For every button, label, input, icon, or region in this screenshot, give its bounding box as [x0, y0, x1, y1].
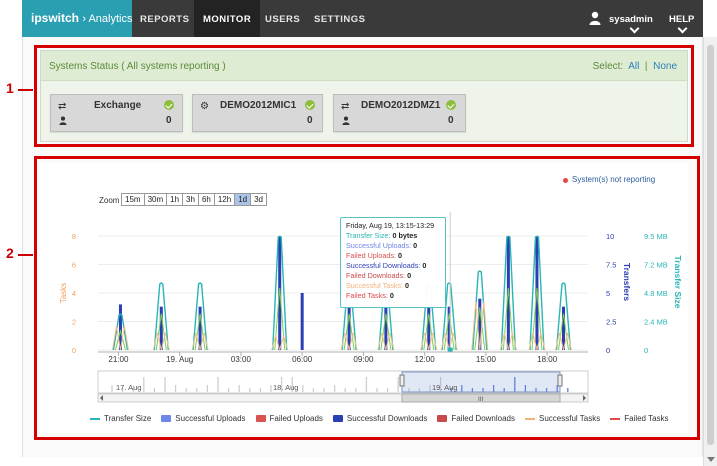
transfers-bar: [300, 293, 304, 350]
tooltip-row-label: Failed Downloads:: [346, 271, 408, 280]
legend-label: Successful Tasks: [539, 414, 601, 423]
tooltip-row-label: Transfer Size:: [346, 231, 393, 240]
y-left-tick-label: 8: [72, 232, 76, 241]
tooltip-row-value: 0: [397, 251, 402, 260]
legend-label: Transfer Size: [104, 414, 152, 423]
navigator-handle-right: [557, 374, 563, 387]
tooltip-row-label: Successful Uploads:: [346, 241, 414, 250]
y-right-transfers-tick-label: 5: [606, 289, 610, 298]
x-tick-label: 03:00: [231, 355, 252, 364]
y-right-size-tick-label: 7.2 MB: [644, 261, 668, 270]
legend-item[interactable]: Successful Uploads: [161, 414, 246, 423]
legend-item[interactable]: Successful Downloads: [332, 414, 428, 423]
y-right-transfers-tick-label: 7.5: [606, 261, 616, 270]
y-right-size-tick-label: 4.8 MB: [644, 289, 668, 298]
legend-swatch: [255, 415, 266, 422]
tooltip-row-label: Failed Tasks:: [346, 291, 390, 300]
y-right-size-tick-label: 2.4 MB: [644, 318, 668, 327]
tooltip-row: Successful Downloads: 0: [346, 261, 440, 271]
tooltip-row-value: 0: [422, 261, 427, 270]
navigator-label: 18. Aug: [273, 383, 298, 392]
navigator-scrollbar-grip: III: [478, 396, 484, 403]
y-left-tick-label: 6: [72, 261, 76, 270]
tooltip-row: Failed Tasks: 0: [346, 291, 440, 301]
tooltip-row-label: Successful Downloads:: [346, 261, 423, 270]
x-tick-label: 12:00: [415, 355, 436, 364]
legend-swatch: [161, 415, 172, 422]
legend-label: Failed Downloads: [451, 414, 515, 423]
y-right-transfers-axis-title: Transfers: [622, 263, 632, 302]
page: ipswitch › Analytics REPORTS MONITOR USE…: [0, 0, 717, 466]
x-tick-label: 09:00: [353, 355, 374, 364]
x-tick-label: 06:00: [292, 355, 313, 364]
legend-label: Failed Tasks: [624, 414, 669, 423]
tooltip-row: Failed Uploads: 0: [346, 251, 440, 261]
y-left-tick-label: 0: [72, 346, 76, 355]
y-left-axis-title: Tasks: [59, 283, 68, 303]
tooltip-row-value: 0: [413, 241, 418, 250]
navigator-label: 19. Aug: [432, 383, 457, 392]
tooltip-row-label: Successful Tasks:: [346, 281, 405, 290]
legend-label: Failed Uploads: [269, 414, 323, 423]
tooltip-row: Successful Tasks: 0: [346, 281, 440, 291]
y-right-transfers-tick-label: 0: [606, 346, 610, 355]
y-right-size-tick-label: 9.5 MB: [644, 232, 668, 241]
chart-legend: Transfer Size Successful Uploads Failed Up…: [90, 414, 669, 423]
x-tick-label: 18:00: [537, 355, 558, 364]
navigator-selection: [401, 371, 561, 393]
x-tick-label: 15:00: [476, 355, 497, 364]
chart-tooltip: Friday, Aug 19, 13:15-13:29 Transfer Siz…: [340, 217, 446, 308]
chart-navigator: 17. Aug 18. Aug 19. Aug III: [97, 370, 589, 403]
x-tick-label: 19. Aug: [166, 355, 193, 364]
tooltip-time: Friday, Aug 19, 13:15-13:29: [346, 221, 435, 230]
navigator-handle-left: [399, 374, 405, 387]
y-right-size-axis-title: Transfer Size: [673, 256, 683, 309]
y-right-transfers-tick-label: 10: [606, 232, 614, 241]
tooltip-row-value: 0: [405, 281, 409, 290]
legend-item[interactable]: Successful Tasks: [525, 414, 600, 423]
legend-swatch: [90, 417, 100, 420]
legend-item[interactable]: Failed Downloads: [437, 414, 515, 423]
tooltip-row-value: 0: [407, 271, 412, 280]
legend-swatch: [332, 415, 343, 422]
tooltip-row-value: 0 bytes: [392, 231, 418, 240]
tooltip-row: Transfer Size: 0 bytes: [346, 231, 440, 241]
legend-swatch: [610, 417, 621, 420]
legend-item[interactable]: Transfer Size: [90, 414, 151, 423]
tooltip-row: Failed Downloads: 0: [346, 271, 440, 281]
x-tick-label: 21:00: [108, 355, 129, 364]
legend-swatch: [437, 415, 448, 422]
y-left-tick-label: 4: [72, 289, 76, 298]
legend-swatch: [525, 417, 535, 420]
y-left-tick-label: 2: [72, 318, 76, 327]
legend-label: Successful Uploads: [175, 414, 246, 423]
legend-label: Successful Downloads: [346, 414, 428, 423]
legend-item[interactable]: Failed Tasks: [610, 414, 669, 423]
tooltip-row: Successful Uploads: 0: [346, 241, 440, 251]
y-right-transfers-tick-label: 2.5: [606, 318, 616, 327]
legend-item[interactable]: Failed Uploads: [255, 414, 323, 423]
navigator-label: 17. Aug: [116, 383, 141, 392]
tooltip-row-value: 0: [389, 291, 394, 300]
tooltip-row-label: Failed Uploads:: [346, 251, 398, 260]
y-right-size-tick-label: 0: [644, 346, 648, 355]
